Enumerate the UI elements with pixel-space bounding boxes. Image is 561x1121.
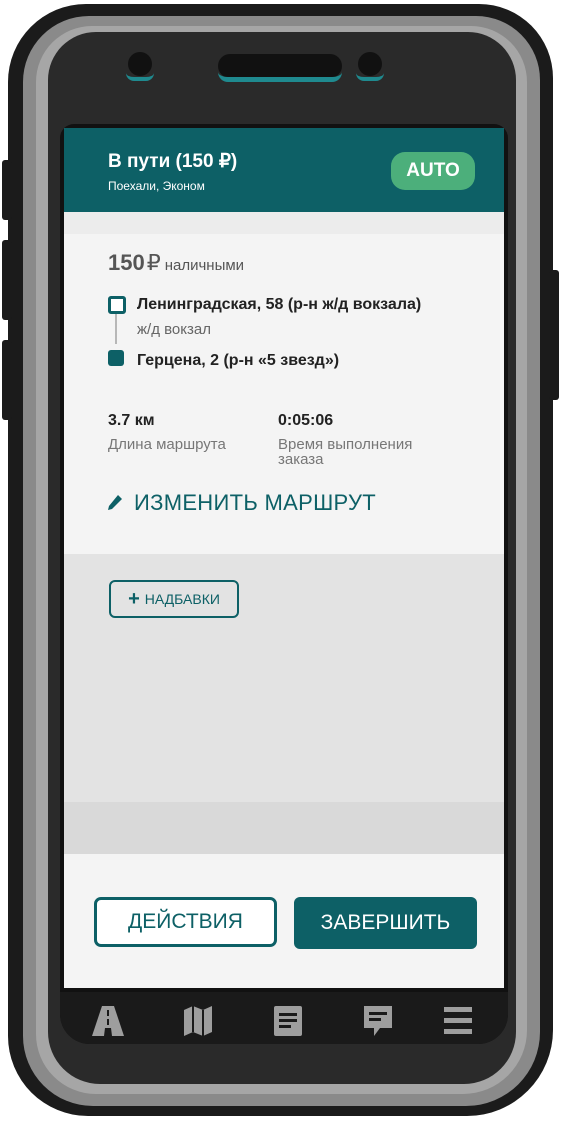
order-duration-label-line1: Время выполнения xyxy=(278,436,413,453)
side-button-volume-down xyxy=(2,240,12,320)
document-icon[interactable] xyxy=(270,1004,306,1038)
menu-icon[interactable] xyxy=(440,1004,476,1038)
addons-button[interactable]: + НАДБАВКИ xyxy=(109,580,239,618)
map-icon[interactable] xyxy=(180,1004,216,1038)
route-distance-label: Длина маршрута xyxy=(108,436,226,453)
route-connector-line xyxy=(115,314,117,344)
earpiece-speaker xyxy=(218,54,342,82)
edit-route-button[interactable]: ИЗМЕНИТЬ МАРШРУТ xyxy=(106,488,376,518)
phone-screen: В пути (150 ₽) Поехали, Эконом AUTO 150₽… xyxy=(60,124,508,1044)
taxi-driver-app: В пути (150 ₽) Поехали, Эконом AUTO 150₽… xyxy=(64,128,504,988)
route-from-address: Ленинградская, 58 (р-н ж/д вокзала) xyxy=(137,296,422,313)
actions-button[interactable]: ДЕЙСТВИЯ xyxy=(94,897,277,947)
addons-label: НАДБАВКИ xyxy=(144,591,220,607)
order-duration-value: 0:05:06 xyxy=(278,412,334,429)
finish-order-button[interactable]: ЗАВЕРШИТЬ xyxy=(294,897,477,949)
side-button-power xyxy=(2,340,12,420)
front-camera xyxy=(126,52,154,81)
payment-method: наличными xyxy=(164,257,245,274)
price-currency: ₽ xyxy=(146,250,161,275)
order-header: В пути (150 ₽) Поехали, Эконом AUTO xyxy=(64,128,504,212)
order-price: 150₽ наличными xyxy=(108,250,244,276)
edit-route-label: ИЗМЕНИТЬ МАРШРУТ xyxy=(134,490,377,515)
route-start-marker-icon xyxy=(108,296,126,314)
route-distance-value: 3.7 км xyxy=(108,412,155,429)
order-duration-label-line2: заказа xyxy=(278,451,324,468)
route-from-note: ж/д вокзал xyxy=(137,321,211,338)
order-duration-label: Время выполнения заказа xyxy=(278,437,412,467)
bottom-navigation xyxy=(60,992,508,1044)
order-status-title: В пути (150 ₽) xyxy=(108,151,238,172)
side-button-volume-up xyxy=(2,160,12,220)
proximity-sensor xyxy=(356,52,384,81)
plus-icon: + xyxy=(128,588,140,610)
price-amount: 150 xyxy=(108,250,145,275)
header-divider xyxy=(64,212,504,234)
road-icon[interactable] xyxy=(90,1004,126,1038)
route-to-address: Герцена, 2 (р-н «5 звезд») xyxy=(137,352,340,369)
chat-icon[interactable] xyxy=(360,1004,396,1038)
route-end-marker-icon xyxy=(108,350,124,366)
auto-mode-badge[interactable]: AUTO xyxy=(391,152,475,190)
pencil-icon xyxy=(108,495,122,510)
order-tariff-subtitle: Поехали, Эконом xyxy=(108,179,205,193)
addons-area-lower xyxy=(64,802,504,854)
side-button-right xyxy=(549,270,559,400)
